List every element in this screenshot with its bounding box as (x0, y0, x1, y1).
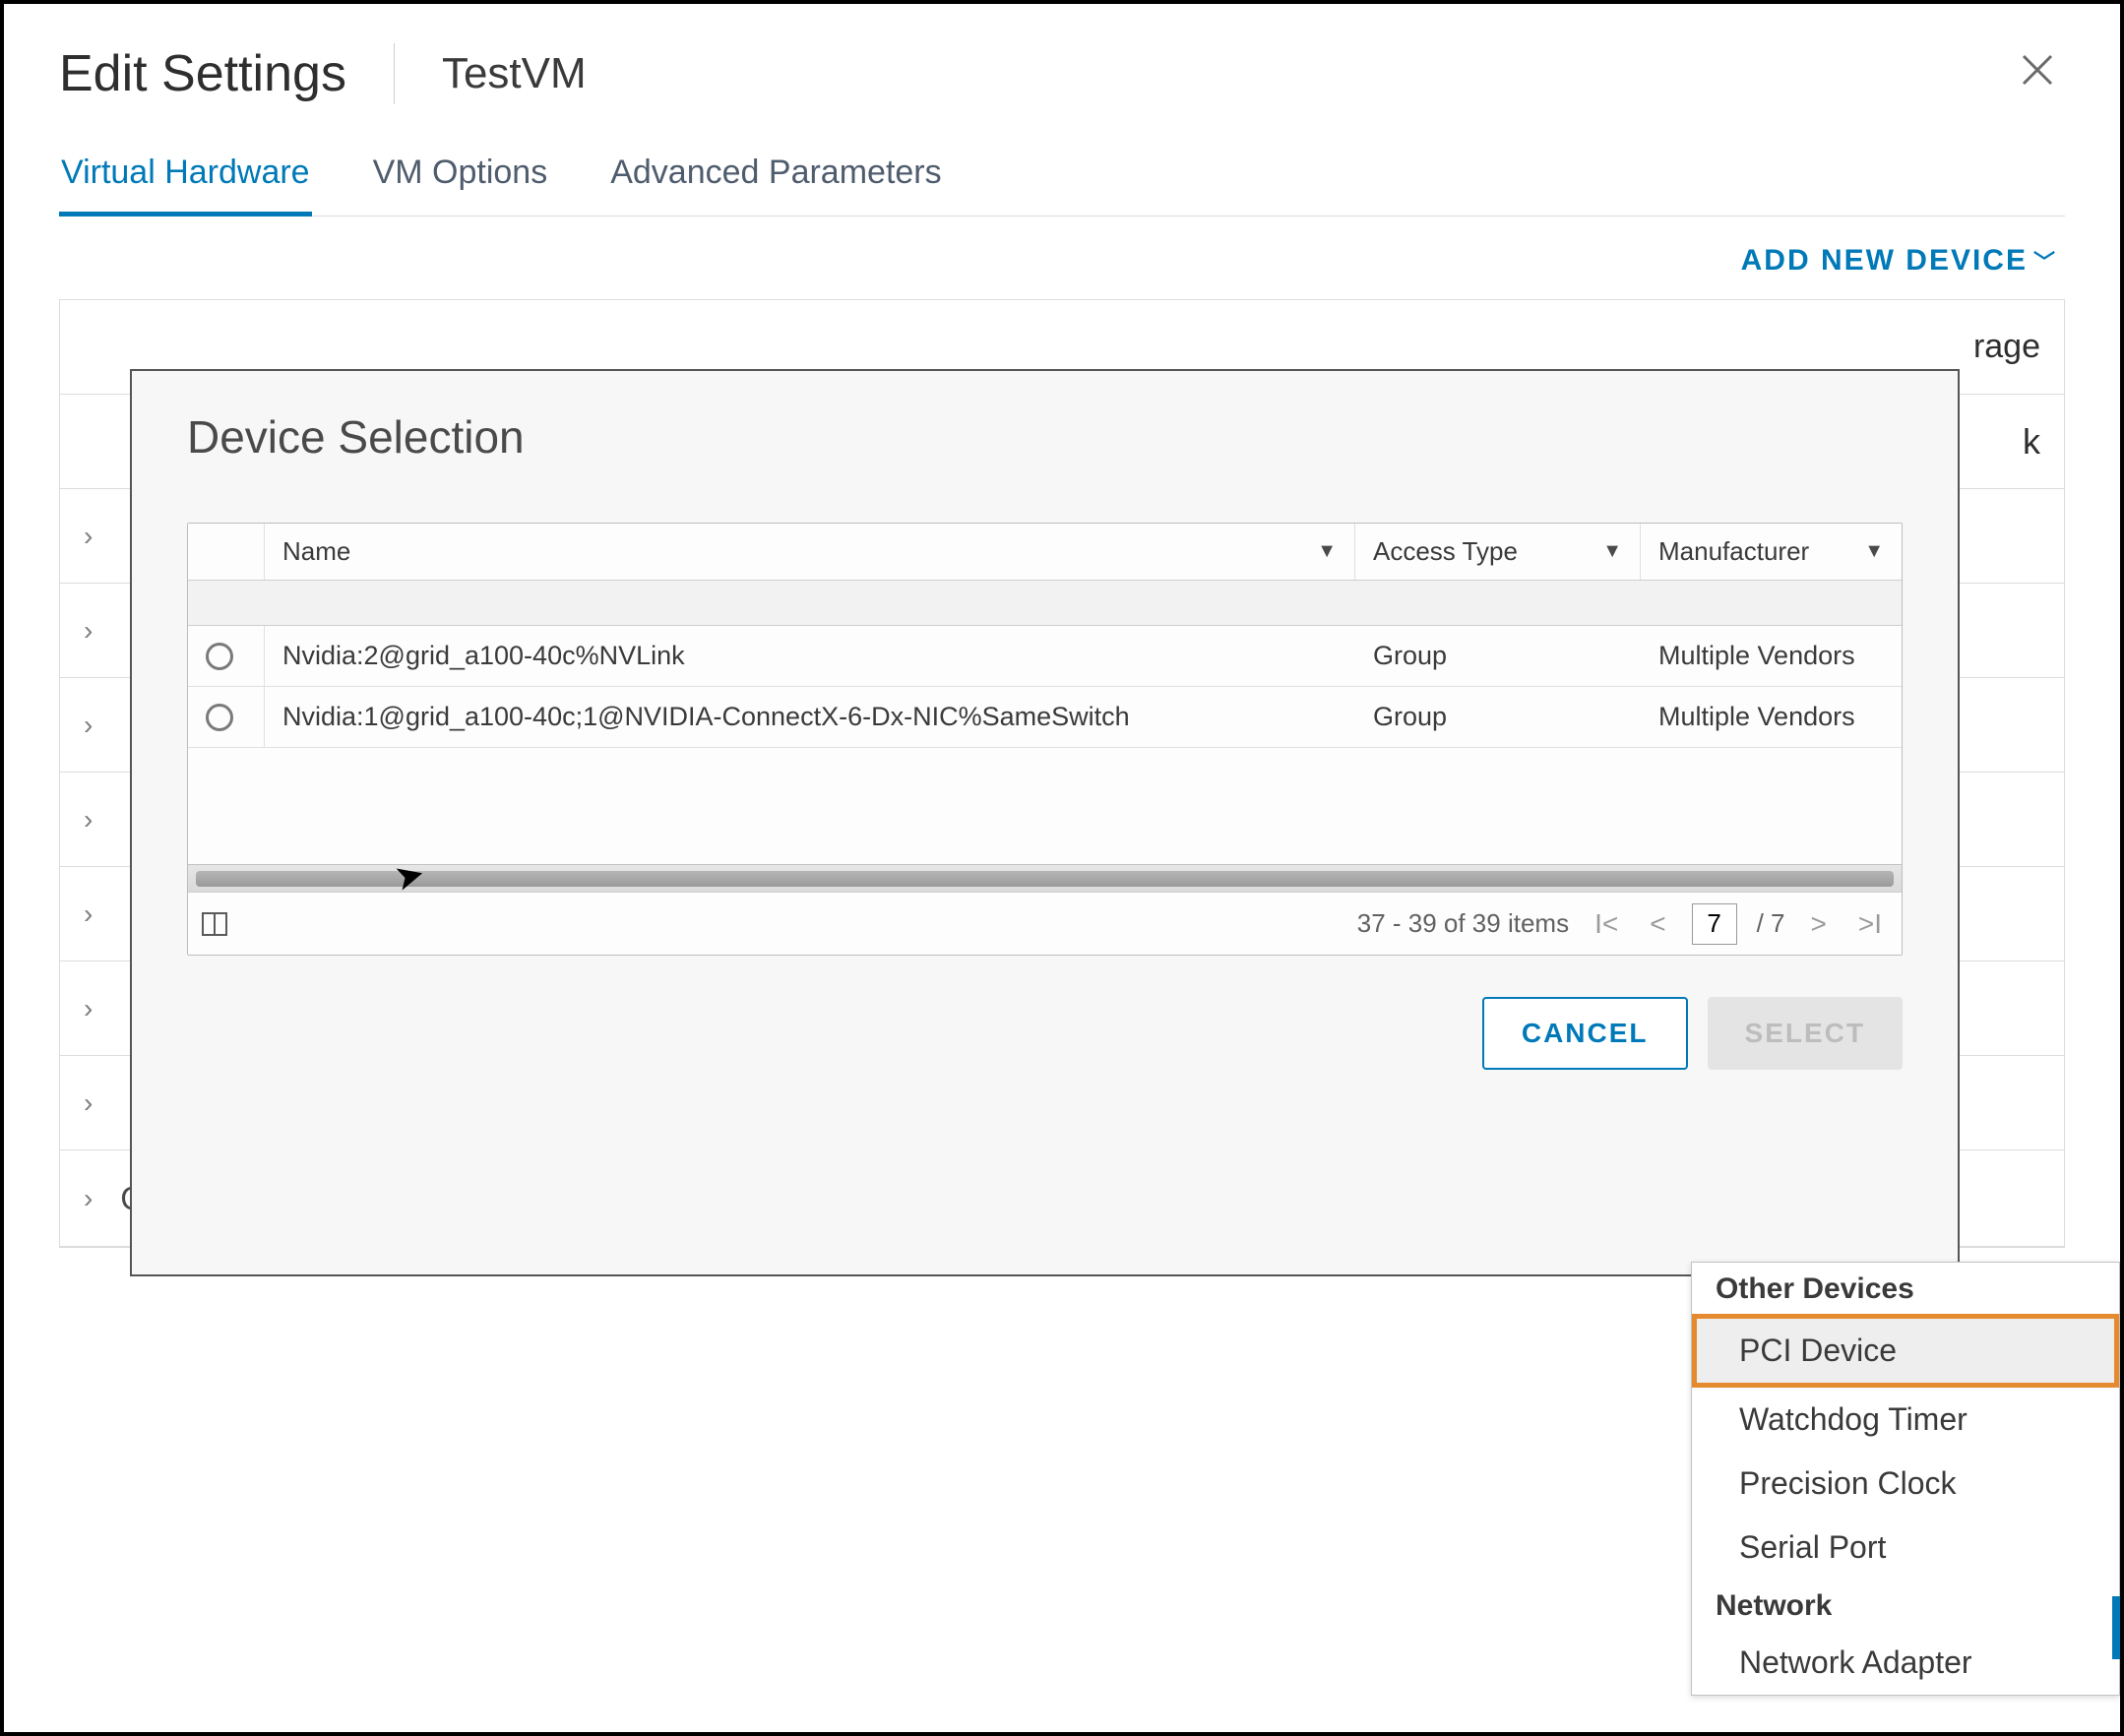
add-new-device-button[interactable]: ADD NEW DEVICE ﹀ (1741, 244, 2057, 278)
dropdown-item-serial-port[interactable]: Serial Port (1692, 1516, 2119, 1580)
add-device-row: ADD NEW DEVICE ﹀ (59, 244, 2065, 278)
grid-header: Name ▼ Access Type ▼ Manufacturer ▼ (188, 524, 1902, 581)
cell-access: Group (1355, 687, 1641, 747)
table-row[interactable]: Nvidia:2@grid_a100-40c%NVLink Group Mult… (188, 626, 1902, 687)
close-icon (2020, 52, 2055, 88)
row-radio[interactable] (206, 643, 233, 670)
cell-name: Nvidia:1@grid_a100-40c;1@NVIDIA-ConnectX… (265, 687, 1355, 747)
grid-filter-row (188, 581, 1902, 626)
chevron-down-icon: ﹀ (2033, 245, 2057, 277)
filter-icon[interactable]: ▼ (1602, 540, 1622, 563)
item-range-label: 37 - 39 of 39 items (1357, 908, 1569, 939)
chevron-right-icon: › (84, 710, 93, 741)
partial-text-rage: rage (1973, 328, 2040, 366)
cell-name: Nvidia:2@grid_a100-40c%NVLink (265, 626, 1355, 686)
horizontal-scrollbar[interactable]: ➤ (188, 864, 1902, 892)
cell-manufacturer: Multiple Vendors (1641, 626, 1902, 686)
modal-title: Device Selection (187, 410, 1903, 464)
chevron-right-icon: › (84, 521, 93, 552)
dialog-header: Edit Settings TestVM (59, 43, 2065, 104)
column-picker-icon[interactable] (202, 912, 227, 936)
dropdown-heading-other-devices: Other Devices (1692, 1263, 2119, 1314)
right-edge-indicator (2112, 1596, 2124, 1659)
dropdown-item-watchdog-timer[interactable]: Watchdog Timer (1692, 1388, 2119, 1452)
chevron-right-icon: › (84, 1183, 93, 1214)
column-manufacturer-label: Manufacturer (1658, 536, 1809, 567)
close-button[interactable] (2010, 46, 2065, 101)
page-total-label: / 7 (1757, 908, 1785, 939)
select-button: SELECT (1708, 997, 1903, 1070)
grid-footer: 37 - 39 of 39 items I< < / 7 > >I (188, 892, 1902, 955)
cancel-button[interactable]: CANCEL (1482, 997, 1688, 1070)
dropdown-item-pci-device[interactable]: PCI Device (1692, 1314, 2119, 1388)
add-device-dropdown: Other Devices PCI Device Watchdog Timer … (1691, 1262, 2120, 1696)
row-radio[interactable] (206, 704, 233, 731)
tabs-bar: Virtual Hardware VM Options Advanced Par… (59, 154, 2065, 217)
next-page-button[interactable]: > (1805, 908, 1833, 940)
column-name[interactable]: Name ▼ (265, 524, 1355, 580)
prev-page-button[interactable]: < (1644, 908, 1671, 940)
tab-advanced-parameters[interactable]: Advanced Parameters (608, 154, 943, 216)
scrollbar-thumb[interactable] (196, 871, 1894, 887)
cell-manufacturer: Multiple Vendors (1641, 687, 1902, 747)
filter-icon[interactable]: ▼ (1864, 540, 1884, 563)
column-name-label: Name (282, 536, 350, 567)
filter-icon[interactable]: ▼ (1317, 540, 1337, 563)
chevron-right-icon: › (84, 804, 93, 836)
dialog-title: Edit Settings (59, 44, 346, 103)
partial-text-k: k (2023, 421, 2040, 463)
tab-vm-options[interactable]: VM Options (371, 154, 550, 216)
chevron-right-icon: › (84, 1087, 93, 1119)
page-input[interactable] (1692, 903, 1737, 945)
add-new-device-label: ADD NEW DEVICE (1741, 244, 2028, 278)
column-access-label: Access Type (1373, 536, 1518, 567)
cell-access: Group (1355, 626, 1641, 686)
dropdown-item-precision-clock[interactable]: Precision Clock (1692, 1452, 2119, 1516)
last-page-button[interactable]: >I (1852, 908, 1888, 940)
vm-name: TestVM (442, 49, 587, 98)
chevron-right-icon: › (84, 899, 93, 930)
chevron-right-icon: › (84, 993, 93, 1024)
device-grid: Name ▼ Access Type ▼ Manufacturer ▼ Nvid… (187, 523, 1903, 956)
first-page-button[interactable]: I< (1589, 908, 1624, 940)
dropdown-heading-network: Network (1692, 1580, 2119, 1631)
header-divider (394, 43, 395, 104)
tab-virtual-hardware[interactable]: Virtual Hardware (59, 154, 312, 217)
column-manufacturer[interactable]: Manufacturer ▼ (1641, 524, 1902, 580)
column-access-type[interactable]: Access Type ▼ (1355, 524, 1641, 580)
grid-empty-space (188, 748, 1902, 864)
modal-buttons: CANCEL SELECT (187, 997, 1903, 1070)
column-select (188, 524, 265, 580)
chevron-right-icon: › (84, 615, 93, 647)
dropdown-item-network-adapter[interactable]: Network Adapter (1692, 1631, 2119, 1695)
device-selection-modal: Device Selection Name ▼ Access Type ▼ Ma… (130, 369, 1960, 1276)
table-row[interactable]: Nvidia:1@grid_a100-40c;1@NVIDIA-ConnectX… (188, 687, 1902, 748)
edit-settings-dialog: Edit Settings TestVM Virtual Hardware VM… (0, 0, 2124, 1736)
